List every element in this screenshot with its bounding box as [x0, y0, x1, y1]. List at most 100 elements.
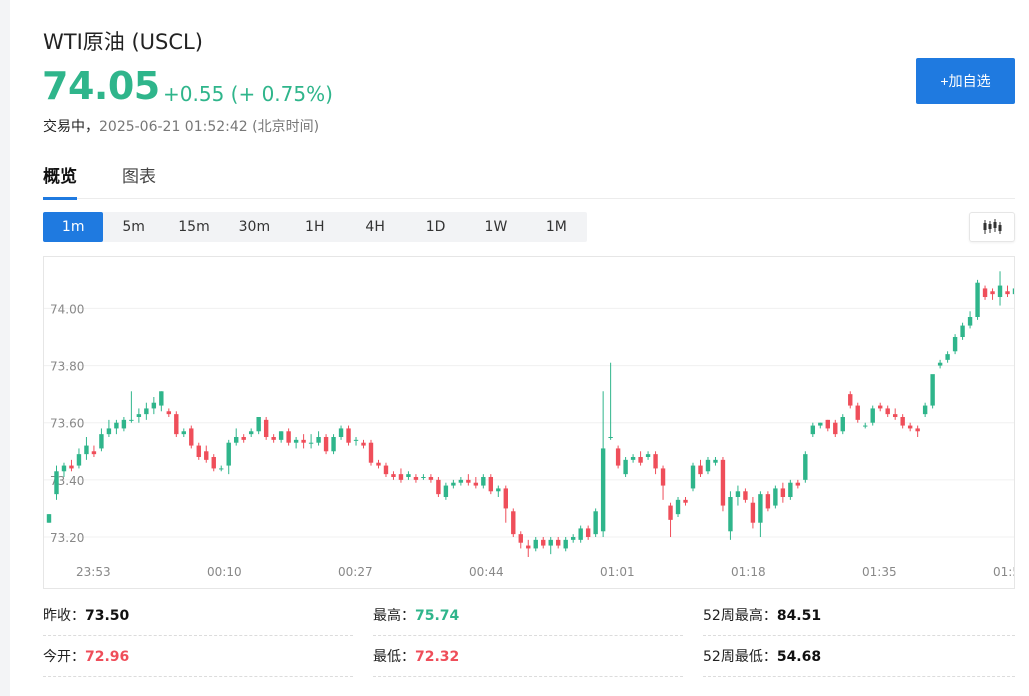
candle-body	[600, 448, 606, 532]
candle-body	[705, 459, 711, 472]
candlestick-chart[interactable]: 74.0073.8073.6073.4073.2023:53 00:10 00:27…	[44, 257, 1014, 588]
candle-body	[967, 317, 973, 326]
interval-1m[interactable]: 1m	[43, 212, 104, 242]
interval-5m[interactable]: 5m	[103, 212, 163, 242]
candle-body	[945, 354, 950, 360]
candle-body	[526, 545, 531, 549]
stat-value: 72.32	[415, 649, 460, 665]
candle-body	[758, 494, 763, 523]
candle-body	[585, 528, 591, 537]
interval-30m[interactable]: 30m	[224, 212, 284, 242]
candle-body	[263, 419, 269, 437]
candle-body	[803, 454, 808, 480]
candle-body	[660, 468, 666, 486]
candle-body	[975, 282, 980, 317]
candle-body	[84, 445, 89, 455]
candle-body	[878, 405, 883, 409]
candle-body	[765, 494, 771, 509]
candle-body	[675, 499, 681, 515]
candle-body	[61, 465, 67, 472]
stat-value: 54.68	[776, 649, 822, 665]
status-text: 交易中，	[43, 119, 99, 135]
stat-52w-low: 52周最低：54.68	[703, 637, 1015, 677]
x-tick-label: 00:10	[207, 565, 242, 579]
candle-body	[750, 502, 756, 523]
stat-low: 最低：72.32	[373, 637, 683, 677]
candle-body	[937, 362, 943, 366]
candle-body	[563, 539, 568, 549]
interval-1h[interactable]: 1H	[285, 212, 345, 242]
stat-label: 昨收：	[43, 608, 85, 624]
candle-body	[615, 448, 621, 466]
stat-value: 84.51	[776, 608, 822, 624]
candle-body	[308, 442, 314, 444]
x-tick-label: 00:44	[469, 565, 504, 579]
y-tick-label: 73.60	[50, 417, 84, 431]
x-tick-label: 00:27	[338, 565, 373, 579]
candle-body	[922, 405, 928, 415]
candle-body	[960, 325, 965, 337]
candle-body	[825, 419, 830, 429]
candle-body	[428, 477, 434, 480]
candle-body	[952, 337, 958, 352]
candle-body	[997, 285, 1003, 297]
candle-body	[473, 482, 479, 486]
candle-body	[840, 417, 845, 432]
candle-body	[780, 488, 786, 497]
candle-body	[488, 477, 494, 492]
candle-body	[256, 417, 261, 432]
candle-body	[578, 528, 583, 540]
interval-1d[interactable]: 1D	[405, 212, 465, 242]
candle-body	[900, 417, 905, 426]
candle-body	[855, 405, 860, 420]
candle-body	[930, 374, 935, 406]
candle-body	[608, 437, 613, 438]
candle-body	[645, 454, 651, 457]
stat-label: 最高：	[373, 608, 415, 624]
candle-body	[443, 485, 449, 497]
candle-body	[556, 539, 561, 546]
candle-body	[570, 537, 576, 540]
candle-body	[818, 422, 823, 426]
candle-body	[728, 497, 733, 532]
interval-15m[interactable]: 15m	[164, 212, 224, 242]
interval-1mo[interactable]: 1M	[526, 212, 586, 242]
candle-body	[323, 437, 329, 452]
stat-open: 今开：72.96	[43, 637, 353, 677]
candle-body	[541, 539, 546, 546]
price-change: +0.55 (+ 0.75%)	[163, 82, 333, 106]
candle-body	[144, 408, 149, 415]
price-chart[interactable]: 74.00 73.80 73.60 73.40 73.20 23:53 00:10 00:27…	[43, 256, 1015, 589]
candle-body	[189, 428, 194, 446]
tab-chart[interactable]: 图表	[122, 162, 156, 197]
candle-body	[413, 477, 419, 480]
page-left-strip	[0, 0, 10, 696]
candle-body	[518, 534, 523, 543]
stat-high: 最高：75.74	[373, 596, 683, 636]
candle-body	[548, 539, 553, 546]
candle-body	[114, 422, 119, 429]
candle-body	[331, 437, 336, 452]
add-to-watchlist-button[interactable]: +加自选	[916, 58, 1015, 104]
y-tick-label: 73.80	[50, 360, 84, 374]
x-tick-label: 01:5	[993, 565, 1014, 579]
candle-body	[316, 437, 321, 443]
candle-body	[151, 402, 157, 409]
interval-1w[interactable]: 1W	[466, 212, 526, 242]
candle-body	[885, 408, 890, 415]
tab-overview[interactable]: 概览	[43, 162, 77, 200]
interval-4h[interactable]: 4H	[345, 212, 405, 242]
candle-body	[788, 482, 793, 497]
candle-body	[833, 422, 838, 435]
candle-body	[503, 488, 508, 509]
candle-body	[196, 445, 201, 457]
chart-type-button[interactable]	[969, 212, 1015, 242]
candle-body	[653, 454, 658, 469]
candle-body	[383, 465, 389, 475]
candle-body	[353, 439, 359, 441]
candle-body	[174, 414, 179, 435]
candle-body	[226, 442, 231, 466]
candle-body	[46, 514, 52, 523]
candle-body	[892, 414, 898, 417]
candle-body	[990, 291, 995, 295]
